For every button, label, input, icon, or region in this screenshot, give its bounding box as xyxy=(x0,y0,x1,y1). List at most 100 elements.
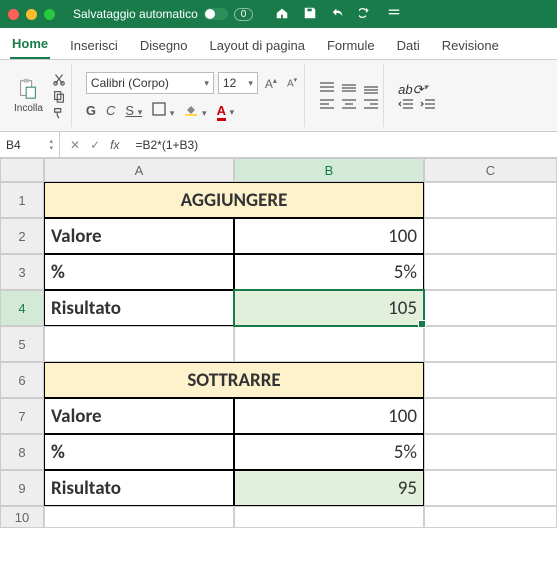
cell-b5[interactable] xyxy=(234,326,424,362)
col-header-b[interactable]: B xyxy=(234,158,424,182)
cell-a10[interactable] xyxy=(44,506,234,528)
cell-a9[interactable]: Risultato xyxy=(44,470,234,506)
chevron-down-icon: ▾ xyxy=(248,78,253,89)
name-box-stepper[interactable]: ▴▾ xyxy=(49,138,53,152)
align-middle-icon[interactable] xyxy=(341,82,357,94)
save-icon[interactable] xyxy=(303,6,317,23)
row-header-7[interactable]: 7 xyxy=(0,398,44,434)
decrease-indent-icon[interactable] xyxy=(398,98,414,110)
tab-home[interactable]: Home xyxy=(10,30,50,59)
alignment-group xyxy=(315,64,384,127)
format-painter-icon[interactable] xyxy=(51,106,67,120)
paste-label: Incolla xyxy=(14,103,43,114)
fill-color-button[interactable]: ▾ xyxy=(184,102,206,119)
cell-a1-b1-title[interactable]: AGGIUNGERE xyxy=(44,182,424,218)
cell-b7[interactable]: 100 xyxy=(234,398,424,434)
quick-access-toolbar xyxy=(275,6,401,23)
tab-review[interactable]: Revisione xyxy=(440,32,501,59)
cell-a4[interactable]: Risultato xyxy=(44,290,234,326)
cell-c2[interactable] xyxy=(424,218,557,254)
fx-icon[interactable]: fx xyxy=(110,138,119,152)
underline-button[interactable]: S ▾ xyxy=(125,103,142,118)
cell-b9[interactable]: 95 xyxy=(234,470,424,506)
cell-b3[interactable]: 5% xyxy=(234,254,424,290)
cell-a2[interactable]: Valore xyxy=(44,218,234,254)
col-header-a[interactable]: A xyxy=(44,158,234,182)
cell-c5[interactable] xyxy=(424,326,557,362)
cell-c7[interactable] xyxy=(424,398,557,434)
redo-icon[interactable] xyxy=(359,6,373,23)
orientation-group: ab⟳ ▾ xyxy=(394,64,440,127)
accept-formula-icon[interactable]: ✓ xyxy=(90,138,100,152)
autosave-toggle[interactable] xyxy=(204,8,228,20)
home-icon[interactable] xyxy=(275,6,289,23)
tab-page-layout[interactable]: Layout di pagina xyxy=(208,32,307,59)
formula-input[interactable]: =B2*(1+B3) xyxy=(129,138,557,152)
titlebar: Salvataggio automatico 0 xyxy=(0,0,557,28)
cell-b10[interactable] xyxy=(234,506,424,528)
row-header-4[interactable]: 4 xyxy=(0,290,44,326)
font-family-value: Calibri (Corpo) xyxy=(91,76,169,90)
font-size-select[interactable]: 12 ▾ xyxy=(218,72,258,94)
close-window-button[interactable] xyxy=(8,9,19,20)
bold-button[interactable]: G xyxy=(86,103,96,118)
row-header-3[interactable]: 3 xyxy=(0,254,44,290)
cell-c3[interactable] xyxy=(424,254,557,290)
align-right-icon[interactable] xyxy=(363,98,379,110)
align-center-icon[interactable] xyxy=(341,98,357,110)
row-header-9[interactable]: 9 xyxy=(0,470,44,506)
cell-b4-selected[interactable]: 105 xyxy=(234,290,424,326)
decrease-font-icon[interactable]: A▾ xyxy=(284,76,300,89)
row-header-8[interactable]: 8 xyxy=(0,434,44,470)
italic-button[interactable]: C xyxy=(106,103,115,118)
ribbon: Incolla Calibri (Corpo) ▾ 12 ▾ A▴ A▾ G C… xyxy=(0,60,557,132)
row-header-6[interactable]: 6 xyxy=(0,362,44,398)
minimize-window-button[interactable] xyxy=(26,9,37,20)
align-top-icon[interactable] xyxy=(319,82,335,94)
cancel-formula-icon[interactable]: ✕ xyxy=(70,138,80,152)
formula-bar: B4 ▴▾ ✕ ✓ fx =B2*(1+B3) xyxy=(0,132,557,158)
cell-c6[interactable] xyxy=(424,362,557,398)
maximize-window-button[interactable] xyxy=(44,9,55,20)
cell-a5[interactable] xyxy=(44,326,234,362)
cell-a6-b6-title[interactable]: SOTTRARRE xyxy=(44,362,424,398)
cell-a7[interactable]: Valore xyxy=(44,398,234,434)
tab-draw[interactable]: Disegno xyxy=(138,32,190,59)
col-header-c[interactable]: C xyxy=(424,158,557,182)
increase-indent-icon[interactable] xyxy=(420,98,436,110)
align-left-icon[interactable] xyxy=(319,98,335,110)
cell-c1[interactable] xyxy=(424,182,557,218)
row-header-5[interactable]: 5 xyxy=(0,326,44,362)
row-header-1[interactable]: 1 xyxy=(0,182,44,218)
font-color-button[interactable]: A ▾ xyxy=(217,103,235,118)
align-bottom-icon[interactable] xyxy=(363,82,379,94)
select-all-corner[interactable] xyxy=(0,158,44,182)
cell-b2[interactable]: 100 xyxy=(234,218,424,254)
spreadsheet-grid: A B C 1 AGGIUNGERE 2 Valore 100 3 % 5% 4… xyxy=(0,158,557,528)
name-box[interactable]: B4 ▴▾ xyxy=(0,132,60,157)
cell-b8[interactable]: 5% xyxy=(234,434,424,470)
cell-c9[interactable] xyxy=(424,470,557,506)
copy-icon[interactable] xyxy=(51,89,67,103)
increase-font-icon[interactable]: A▴ xyxy=(262,76,280,91)
undo-icon[interactable] xyxy=(331,6,345,23)
border-button[interactable]: ▾ xyxy=(152,102,174,119)
cell-a3[interactable]: % xyxy=(44,254,234,290)
paste-button[interactable]: Incolla xyxy=(10,75,47,116)
cell-c10[interactable] xyxy=(424,506,557,528)
tab-data[interactable]: Dati xyxy=(395,32,422,59)
tab-formulas[interactable]: Formule xyxy=(325,32,377,59)
cut-icon[interactable] xyxy=(51,72,67,86)
orientation-icon[interactable]: ab⟳ ▾ xyxy=(398,82,414,94)
ribbon-tabs: Home Inserisci Disegno Layout di pagina … xyxy=(0,28,557,60)
cell-c8[interactable] xyxy=(424,434,557,470)
font-group: Calibri (Corpo) ▾ 12 ▾ A▴ A▾ G C S ▾ ▾ ▾… xyxy=(82,64,305,127)
row-header-2[interactable]: 2 xyxy=(0,218,44,254)
row-header-10[interactable]: 10 xyxy=(0,506,44,528)
cell-c4[interactable] xyxy=(424,290,557,326)
overflow-icon[interactable] xyxy=(387,6,401,23)
font-family-select[interactable]: Calibri (Corpo) ▾ xyxy=(86,72,214,94)
tab-insert[interactable]: Inserisci xyxy=(68,32,120,59)
autosave-control[interactable]: Salvataggio automatico 0 xyxy=(73,7,253,21)
cell-a8[interactable]: % xyxy=(44,434,234,470)
